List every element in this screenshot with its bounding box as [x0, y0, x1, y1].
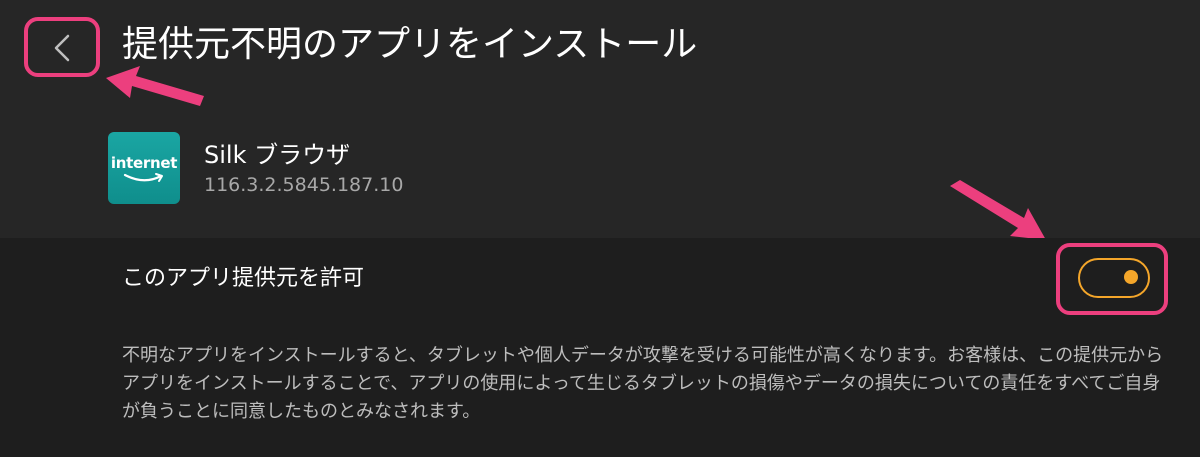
allow-source-toggle[interactable] — [1078, 258, 1150, 298]
app-icon-label: internet — [110, 154, 178, 172]
header-bar: 提供元不明のアプリをインストール — [0, 0, 1200, 95]
allow-source-row[interactable]: このアプリ提供元を許可 — [0, 238, 1200, 322]
app-name: Silk ブラウザ — [204, 141, 351, 169]
app-info-section: internet Silk ブラウザ 116.3.2.5845.187.10 — [0, 110, 1200, 220]
settings-panel: このアプリ提供元を許可 不明なアプリをインストールすると、タブレットや個人データ… — [0, 238, 1200, 457]
chevron-left-icon — [54, 34, 70, 62]
toggle-knob — [1124, 270, 1138, 284]
allow-source-label: このアプリ提供元を許可 — [122, 266, 365, 291]
app-icon: internet — [108, 132, 180, 204]
warning-text: 不明なアプリをインストールすると、タブレットや個人データが攻撃を受ける可能性が高… — [122, 345, 1164, 422]
settings-page: 提供元不明のアプリをインストール internet Silk ブラウザ 116.… — [0, 0, 1200, 457]
app-version: 116.3.2.5845.187.10 — [204, 174, 404, 196]
amazon-smile-icon — [123, 173, 163, 182]
page-title: 提供元不明のアプリをインストール — [122, 24, 698, 65]
back-button[interactable] — [24, 17, 100, 77]
